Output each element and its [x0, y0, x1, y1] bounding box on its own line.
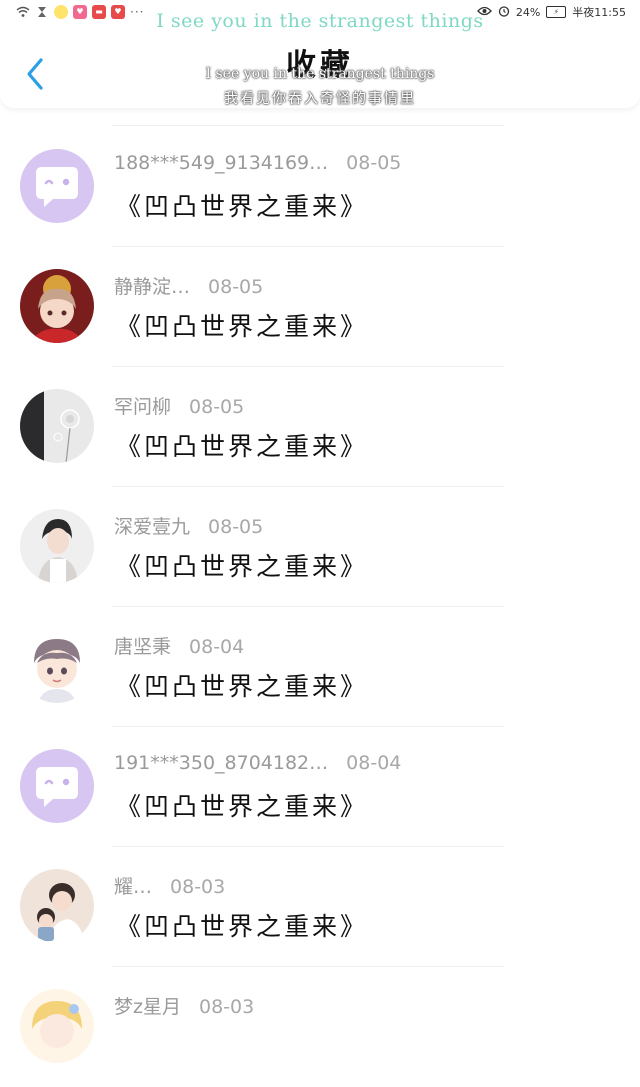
- book-title[interactable]: 《凹凸世界之重来》: [116, 187, 368, 223]
- date: 08-05: [208, 276, 264, 298]
- anime-girl-avatar-icon: [20, 269, 94, 343]
- avatar[interactable]: [20, 749, 94, 823]
- date: 08-04: [346, 752, 402, 774]
- item-meta: 深爱壹九 08-05: [114, 512, 263, 539]
- item-meta: 188***549_9134169… 08-05: [114, 152, 401, 174]
- username[interactable]: 耀…: [114, 872, 152, 899]
- list-item[interactable]: 耀… 08-03 《凹凸世界之重来》: [0, 847, 640, 967]
- date: 08-03: [170, 876, 226, 898]
- avatar[interactable]: [20, 389, 94, 463]
- date: 08-04: [189, 636, 245, 658]
- item-meta: 罕问柳 08-05: [114, 392, 244, 419]
- list-item[interactable]: 静静淀… 08-05 《凹凸世界之重来》: [0, 247, 640, 367]
- lyric-overlay-english: I see you in the strangest things: [205, 66, 435, 82]
- avatar[interactable]: [20, 989, 94, 1063]
- item-meta: 耀… 08-03: [114, 872, 225, 899]
- username[interactable]: 静静淀…: [114, 272, 190, 299]
- book-title[interactable]: 《凹凸世界之重来》: [116, 787, 368, 823]
- avatar[interactable]: [20, 509, 94, 583]
- username[interactable]: 191***350_8704182…: [114, 752, 328, 774]
- cartoon-boy-avatar-icon: [20, 629, 94, 703]
- header: 收藏 I see you in the strangest things 我看见…: [0, 26, 640, 108]
- date: 08-05: [346, 152, 402, 174]
- person-photo-avatar-icon: [20, 509, 94, 583]
- dandelion-photo-avatar-icon: [20, 389, 94, 463]
- default-chat-avatar-icon: [20, 149, 94, 223]
- book-title[interactable]: 《凹凸世界之重来》: [116, 667, 368, 703]
- username[interactable]: 深爱壹九: [114, 512, 190, 539]
- anime-blonde-avatar-icon: [20, 989, 94, 1063]
- avatar[interactable]: [20, 269, 94, 343]
- list-item[interactable]: 罕问柳 08-05 《凹凸世界之重来》: [0, 367, 640, 487]
- lyric-overlay-top: I see you in the strangest things: [156, 10, 484, 32]
- item-meta: 191***350_8704182… 08-04: [114, 752, 401, 774]
- photo-with-doll-avatar-icon: [20, 869, 94, 943]
- list-item[interactable]: 深爱壹九 08-05 《凹凸世界之重来》: [0, 487, 640, 607]
- avatar[interactable]: [20, 869, 94, 943]
- list-item[interactable]: 191***350_8704182… 08-04 《凹凸世界之重来》: [0, 727, 640, 847]
- avatar[interactable]: [20, 149, 94, 223]
- book-title[interactable]: 《凹凸世界之重来》: [116, 307, 368, 343]
- list-item[interactable]: 188***549_9134169… 08-05 《凹凸世界之重来》: [0, 127, 640, 247]
- item-meta: 唐坚秉 08-04: [114, 632, 244, 659]
- date: 08-05: [189, 396, 245, 418]
- list-item[interactable]: 唐坚秉 08-04 《凹凸世界之重来》: [0, 607, 640, 727]
- username[interactable]: 唐坚秉: [114, 632, 171, 659]
- item-meta: 梦z星月 08-03: [114, 992, 254, 1019]
- item-meta: 静静淀… 08-05: [114, 272, 263, 299]
- date: 08-05: [208, 516, 264, 538]
- book-title[interactable]: 《凹凸世界之重来》: [116, 427, 368, 463]
- username[interactable]: 罕问柳: [114, 392, 171, 419]
- lyric-overlay-chinese: 我看见你吞入奇怪的事情里: [224, 91, 416, 107]
- book-title[interactable]: 《凹凸世界之重来》: [116, 547, 368, 583]
- date: 08-03: [198, 996, 255, 1018]
- book-title[interactable]: 《凹凸世界之重来》: [116, 907, 368, 943]
- username[interactable]: 梦z星月: [114, 992, 181, 1019]
- username[interactable]: 188***549_9134169…: [114, 152, 328, 174]
- avatar[interactable]: [20, 629, 94, 703]
- list-item[interactable]: 梦z星月 08-03: [0, 967, 640, 1087]
- default-chat-avatar-icon: [20, 749, 94, 823]
- divider: [112, 125, 504, 126]
